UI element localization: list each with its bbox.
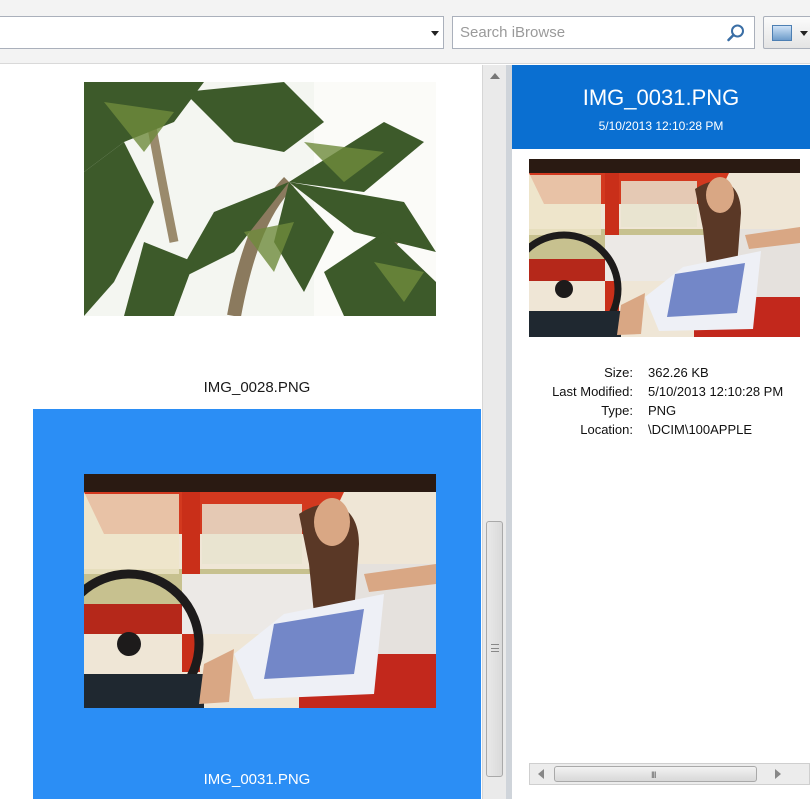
property-label: Last Modified: <box>552 384 633 399</box>
search-input[interactable] <box>453 17 723 48</box>
grip-icon: III <box>651 770 656 780</box>
property-label: Type: <box>601 403 633 418</box>
scroll-right-icon[interactable] <box>775 769 781 779</box>
property-label: Size: <box>604 365 633 380</box>
property-row: Type: PNG <box>512 403 810 421</box>
image-preview <box>529 159 800 337</box>
picture-view-icon <box>772 25 792 41</box>
scrollbar-thumb[interactable] <box>486 521 503 777</box>
thumbnail-item[interactable]: IMG_0028.PNG <box>33 65 481 407</box>
toolbar <box>0 0 810 64</box>
thumbnail-item-selected[interactable]: IMG_0031.PNG <box>33 409 481 799</box>
palm-trees-thumbnail <box>84 82 436 316</box>
search-icon[interactable] <box>726 23 746 43</box>
property-row: Size: 362.26 KB <box>512 365 810 383</box>
property-value: 362.26 KB <box>648 365 709 380</box>
property-value: \DCIM\100APPLE <box>648 422 753 437</box>
chevron-down-icon <box>800 31 808 36</box>
vertical-scrollbar[interactable] <box>482 65 506 799</box>
property-row: Location: \DCIM\100APPLE <box>512 422 810 440</box>
thumbnail-list: IMG_0028.PNG IMG_0031.PNG <box>0 65 482 799</box>
details-date: 5/10/2013 12:10:28 PM <box>598 119 724 133</box>
property-value: PNG <box>648 403 677 418</box>
property-row: Last Modified: 5/10/2013 12:10:28 PM <box>512 384 810 402</box>
thumbnail-label: IMG_0031.PNG <box>203 771 311 788</box>
scroll-left-icon[interactable] <box>538 769 544 779</box>
dropdown-arrow-icon[interactable] <box>431 31 439 36</box>
scrollbar-thumb[interactable]: III <box>554 766 757 782</box>
property-value: 5/10/2013 12:10:28 PM <box>648 384 784 399</box>
view-options-button[interactable] <box>763 16 810 49</box>
scroll-up-icon[interactable] <box>490 73 500 79</box>
search-box[interactable] <box>452 16 755 49</box>
horizontal-scrollbar[interactable]: III <box>529 763 810 785</box>
truck-photo-thumbnail <box>84 474 436 708</box>
details-title: IMG_0031.PNG <box>582 85 740 110</box>
grip-icon <box>491 644 499 652</box>
property-label: Location: <box>580 422 633 437</box>
path-combobox[interactable] <box>0 16 444 49</box>
details-pane: IMG_0031.PNG 5/10/2013 12:10:28 PM Size:… <box>512 65 810 799</box>
thumbnail-label: IMG_0028.PNG <box>203 379 311 396</box>
details-header: IMG_0031.PNG 5/10/2013 12:10:28 PM <box>512 65 810 149</box>
